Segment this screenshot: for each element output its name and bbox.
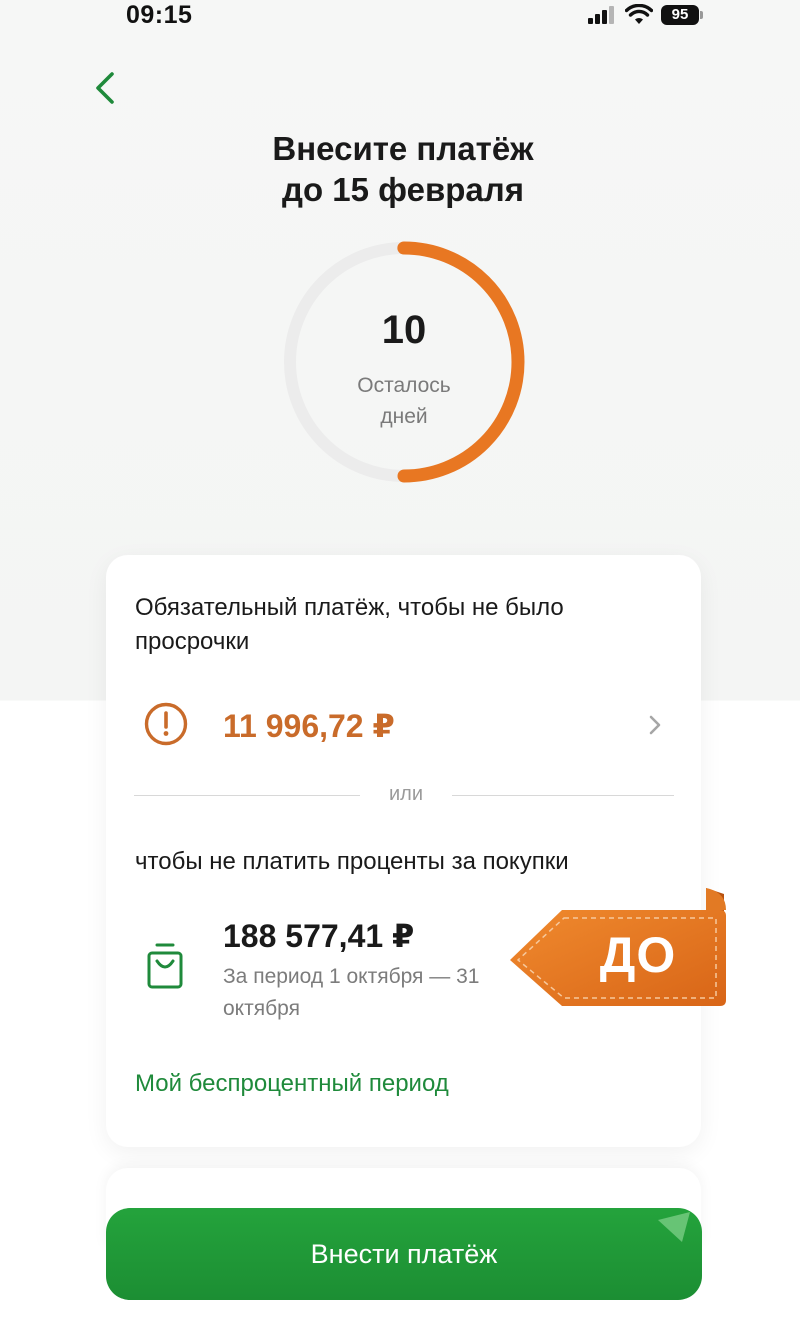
full-amount: 188 577,41 ₽ <box>223 918 415 954</box>
page-title: Внесите платёж до 15 февраля <box>150 128 656 210</box>
min-payment-row[interactable]: 11 996,72 ₽ <box>135 695 675 759</box>
cellular-signal-icon <box>588 6 618 24</box>
wifi-icon <box>625 4 653 24</box>
shopping-bag-icon <box>147 943 183 989</box>
sticker-label: ДО <box>599 927 677 983</box>
make-payment-button[interactable]: Внести платёж <box>106 1208 702 1300</box>
title-line-1: Внесите платёж <box>272 130 534 167</box>
days-left-ring: 10 Осталось дней <box>278 236 530 488</box>
back-button[interactable] <box>86 68 126 108</box>
min-payment-heading: Обязательный платёж, чтобы не было проср… <box>135 594 564 655</box>
chevron-left-icon <box>96 72 114 104</box>
progress-ring <box>283 241 525 483</box>
status-bar: 09:15 95 <box>0 0 800 34</box>
chevron-right-icon <box>649 715 661 735</box>
exclamation-circle-icon <box>144 702 188 746</box>
sparkle-icon <box>658 1212 690 1242</box>
period-text: За период 1 октября — 31 октября <box>223 965 480 1020</box>
payment-screen: 09:15 95 Внесите платёж до 15 февраля 10… <box>0 0 800 1337</box>
days-left-caption: Осталось дней <box>357 374 451 428</box>
make-payment-label: Внести платёж <box>310 1239 498 1269</box>
title-line-2: до 15 февраля <box>282 171 524 208</box>
grace-period-link[interactable]: Мой беспроцентный период <box>135 1070 449 1098</box>
min-payment-amount: 11 996,72 ₽ <box>223 708 395 744</box>
status-time: 09:15 <box>126 1 193 29</box>
battery-indicator: 95 <box>661 5 703 25</box>
days-left-number: 10 <box>381 308 427 352</box>
payment-card: Обязательный платёж, чтобы не было проср… <box>106 555 701 1147</box>
divider-label: или <box>360 783 452 809</box>
interest-free-heading: чтобы не платить проценты за покупки <box>135 848 569 875</box>
